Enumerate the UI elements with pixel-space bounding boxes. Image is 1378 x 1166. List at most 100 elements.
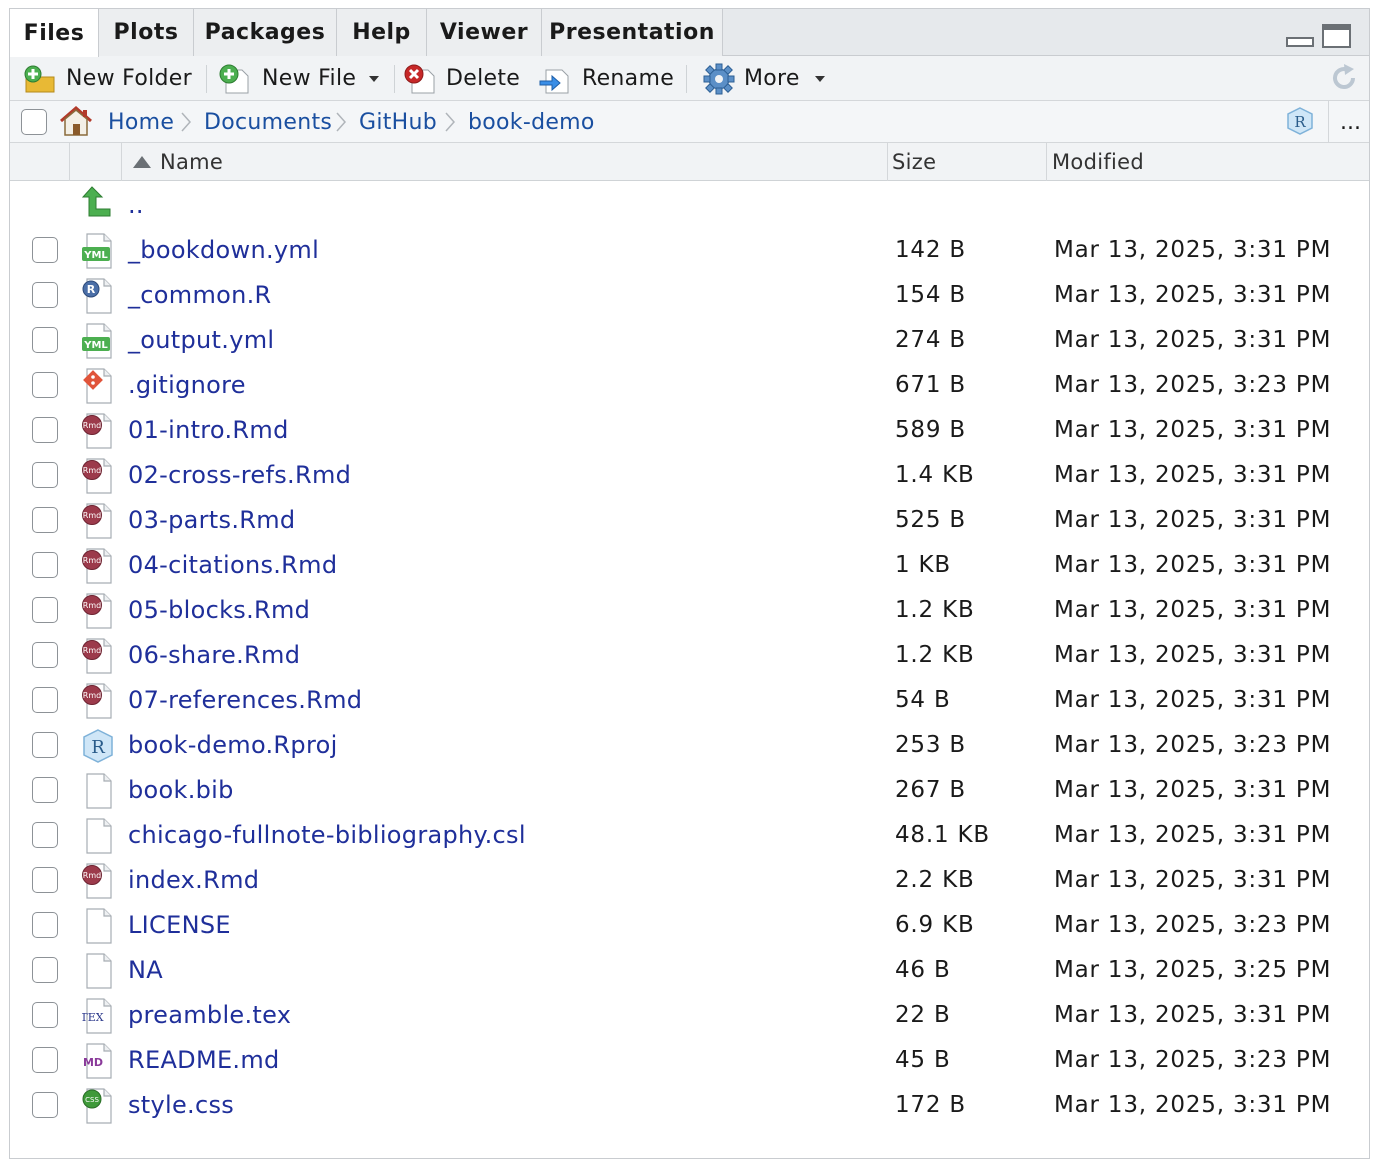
file-name-link[interactable]: _common.R — [128, 272, 272, 317]
more-options-button[interactable]: ... — [1340, 101, 1361, 143]
refresh-icon[interactable] — [1328, 62, 1360, 94]
tab-packages[interactable]: Packages — [194, 9, 337, 56]
table-row[interactable]: TEX preamble.tex 22 B Mar 13, 2025, 3:31 PM — [10, 992, 1369, 1037]
file-name-link[interactable]: 02-cross-refs.Rmd — [128, 452, 351, 497]
row-checkbox[interactable] — [32, 777, 58, 803]
breadcrumb-label: Home — [108, 109, 175, 135]
breadcrumb-home[interactable]: Home — [108, 101, 174, 143]
table-row[interactable]: .gitignore 671 B Mar 13, 2025, 3:23 PM — [10, 362, 1369, 407]
file-name-link[interactable]: 04-citations.Rmd — [128, 542, 337, 587]
file-name-link[interactable]: NA — [128, 947, 163, 992]
table-row[interactable]: book.bib 267 B Mar 13, 2025, 3:31 PM — [10, 767, 1369, 812]
home-icon[interactable] — [58, 105, 94, 137]
table-row[interactable]: Rmd 02-cross-refs.Rmd 1.4 KB Mar 13, 2025, … — [10, 452, 1369, 497]
svg-text:CSS: CSS — [85, 1096, 99, 1104]
tab-files[interactable]: Files — [10, 9, 99, 57]
column-label: Size — [892, 150, 937, 174]
table-row[interactable]: chicago-fullnote-bibliography.csl 48.1 KB… — [10, 812, 1369, 857]
gear-icon — [703, 63, 735, 94]
table-row[interactable]: CSS style.css 172 B Mar 13, 2025, 3:31 PM — [10, 1082, 1369, 1127]
row-checkbox[interactable] — [32, 282, 58, 308]
row-checkbox[interactable] — [32, 552, 58, 578]
row-checkbox[interactable] — [32, 237, 58, 263]
table-row[interactable]: Rmd index.Rmd 2.2 KB Mar 13, 2025, 3:31 PM — [10, 857, 1369, 902]
row-checkbox[interactable] — [32, 1002, 58, 1028]
tab-help[interactable]: Help — [337, 9, 427, 56]
breadcrumb-documents[interactable]: Documents — [204, 101, 332, 143]
more-button[interactable]: More — [702, 56, 834, 101]
column-header-modified[interactable]: Modified — [1052, 143, 1144, 181]
file-name-link[interactable]: index.Rmd — [128, 857, 259, 902]
row-checkbox[interactable] — [32, 642, 58, 668]
tab-viewer[interactable]: Viewer — [427, 9, 542, 56]
file-name-link[interactable]: 05-blocks.Rmd — [128, 587, 310, 632]
table-row[interactable]: Rbook-demo.Rproj 253 B Mar 13, 2025, 3:23 … — [10, 722, 1369, 767]
rename-button[interactable]: Rename — [538, 56, 674, 101]
parent-directory-link[interactable]: .. — [128, 182, 144, 227]
breadcrumb-github[interactable]: GitHub — [359, 101, 437, 143]
file-name-link[interactable]: _bookdown.yml — [128, 227, 319, 272]
maximize-icon[interactable] — [1322, 23, 1352, 49]
svg-text:Rmd: Rmd — [83, 421, 101, 430]
css-file-icon: CSS — [82, 1088, 112, 1124]
row-checkbox[interactable] — [32, 912, 58, 938]
file-name-link[interactable]: .gitignore — [128, 362, 246, 407]
rmarkdown-file-icon: Rmd — [82, 683, 112, 719]
row-checkbox[interactable] — [32, 1047, 58, 1073]
file-name-link[interactable]: chicago-fullnote-bibliography.csl — [128, 812, 526, 857]
row-checkbox[interactable] — [32, 867, 58, 893]
file-name-link[interactable]: 07-references.Rmd — [128, 677, 362, 722]
table-row[interactable]: Rmd 01-intro.Rmd 589 B Mar 13, 2025, 3:31 P… — [10, 407, 1369, 452]
column-header-size[interactable]: Size — [892, 143, 936, 181]
column-divider — [121, 143, 122, 181]
row-checkbox[interactable] — [32, 687, 58, 713]
row-checkbox[interactable] — [32, 372, 58, 398]
file-name-link[interactable]: 06-share.Rmd — [128, 632, 300, 677]
delete-button[interactable]: Delete — [402, 56, 520, 101]
table-row[interactable]: Rmd 07-references.Rmd 54 B Mar 13, 2025, 3:… — [10, 677, 1369, 722]
table-row[interactable]: MD README.md 45 B Mar 13, 2025, 3:23 PM — [10, 1037, 1369, 1082]
new-folder-icon — [24, 65, 55, 92]
row-checkbox[interactable] — [32, 822, 58, 848]
file-name-link[interactable]: _output.yml — [128, 317, 274, 362]
table-row[interactable]: Rmd 04-citations.Rmd 1 KB Mar 13, 2025, 3:3… — [10, 542, 1369, 587]
table-row[interactable]: YML _bookdown.yml 142 B Mar 13, 2025, 3:31 … — [10, 227, 1369, 272]
table-row[interactable]: LICENSE 6.9 KB Mar 13, 2025, 3:23 PM — [10, 902, 1369, 947]
breadcrumb-book-demo[interactable]: book-demo — [468, 101, 595, 143]
file-name-link[interactable]: book.bib — [128, 767, 234, 812]
column-header-name[interactable]: Name — [132, 143, 223, 181]
file-name-link[interactable]: 03-parts.Rmd — [128, 497, 295, 542]
select-all-checkbox[interactable] — [21, 109, 47, 135]
row-checkbox[interactable] — [32, 957, 58, 983]
row-checkbox[interactable] — [32, 417, 58, 443]
new-file-button[interactable]: New File — [218, 56, 388, 101]
row-checkbox[interactable] — [32, 732, 58, 758]
table-row[interactable]: Rmd 06-share.Rmd 1.2 KB Mar 13, 2025, 3:31 … — [10, 632, 1369, 677]
file-name-link[interactable]: style.css — [128, 1082, 234, 1127]
row-checkbox[interactable] — [32, 327, 58, 353]
new-folder-button[interactable]: New Folder — [22, 56, 192, 101]
row-checkbox[interactable] — [32, 597, 58, 623]
file-name-link[interactable]: README.md — [128, 1037, 280, 1082]
table-row[interactable]: NA 46 B Mar 13, 2025, 3:25 PM — [10, 947, 1369, 992]
minimize-icon[interactable] — [1286, 23, 1314, 49]
parent-directory-row[interactable]: .. — [10, 182, 1369, 227]
file-modified: Mar 13, 2025, 3:31 PM — [1054, 866, 1332, 893]
file-name-link[interactable]: 01-intro.Rmd — [128, 407, 289, 452]
table-row[interactable]: R _common.R 154 B Mar 13, 2025, 3:31 PM — [10, 272, 1369, 317]
row-checkbox[interactable] — [32, 1092, 58, 1118]
tab-plots[interactable]: Plots — [99, 9, 194, 56]
file-name-link[interactable]: LICENSE — [128, 902, 231, 947]
file-name-link[interactable]: book-demo.Rproj — [128, 722, 338, 767]
row-checkbox[interactable] — [32, 462, 58, 488]
rproject-icon[interactable]: R — [1285, 106, 1315, 136]
file-modified: Mar 13, 2025, 3:25 PM — [1054, 956, 1332, 983]
tab-presentation[interactable]: Presentation — [542, 9, 723, 56]
row-checkbox[interactable] — [32, 507, 58, 533]
table-row[interactable]: Rmd 03-parts.Rmd 525 B Mar 13, 2025, 3:31 P… — [10, 497, 1369, 542]
rename-icon — [539, 69, 569, 93]
breadcrumb-label: GitHub — [359, 109, 438, 135]
table-row[interactable]: YML _output.yml 274 B Mar 13, 2025, 3:31 PM — [10, 317, 1369, 362]
table-row[interactable]: Rmd 05-blocks.Rmd 1.2 KB Mar 13, 2025, 3:31… — [10, 587, 1369, 632]
file-name-link[interactable]: preamble.tex — [128, 992, 291, 1037]
